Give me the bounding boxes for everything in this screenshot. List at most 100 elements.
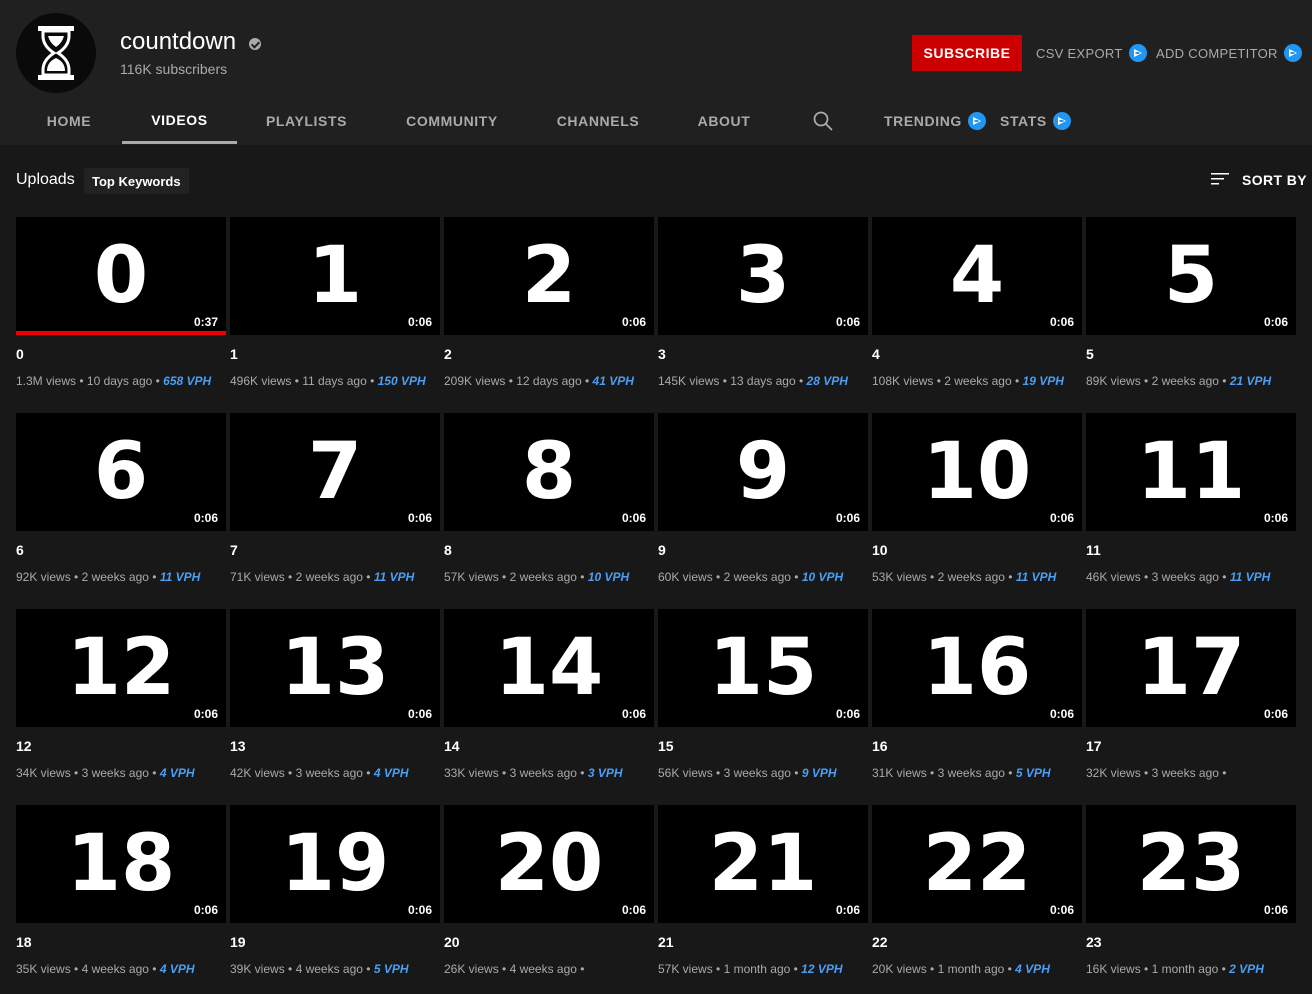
video-vph: 19 VPH <box>1022 374 1064 388</box>
video-card[interactable]: 9 0:06 9 60K views • 2 weeks ago • 10 VP… <box>658 413 868 609</box>
video-duration: 0:06 <box>407 707 432 721</box>
tab-playlists[interactable]: PLAYLISTS <box>266 98 347 144</box>
video-card[interactable]: 13 0:06 13 42K views • 3 weeks ago • 4 V… <box>230 609 440 805</box>
video-title[interactable]: 2 <box>444 346 654 364</box>
video-card[interactable]: 3 0:06 3 145K views • 13 days ago • 28 V… <box>658 217 868 413</box>
video-title[interactable]: 16 <box>872 738 1082 756</box>
video-card[interactable]: 20 0:06 20 26K views • 4 weeks ago • <box>444 805 654 994</box>
video-views: 32K views <box>1086 766 1141 780</box>
video-title[interactable]: 12 <box>16 738 226 756</box>
video-age: 10 days ago <box>86 374 153 388</box>
video-thumbnail[interactable]: 12 0:06 <box>16 609 226 727</box>
video-thumbnail[interactable]: 14 0:06 <box>444 609 654 727</box>
video-thumbnail[interactable]: 7 0:06 <box>230 413 440 531</box>
subscribe-button[interactable]: SUBSCRIBE <box>912 35 1022 71</box>
video-thumbnail[interactable]: 0 0:37 <box>16 217 226 335</box>
video-thumbnail[interactable]: 20 0:06 <box>444 805 654 923</box>
video-card[interactable]: 17 0:06 17 32K views • 3 weeks ago • <box>1086 609 1296 805</box>
channel-name[interactable]: countdown <box>120 28 236 56</box>
video-views: 71K views <box>230 570 285 584</box>
tab-trending[interactable]: TRENDING <box>884 98 986 144</box>
video-thumbnail[interactable]: 10 0:06 <box>872 413 1082 531</box>
video-thumbnail[interactable]: 4 0:06 <box>872 217 1082 335</box>
video-card[interactable]: 22 0:06 22 20K views • 1 month ago • 4 V… <box>872 805 1082 994</box>
video-title[interactable]: 3 <box>658 346 868 364</box>
video-card[interactable]: 10 0:06 10 53K views • 2 weeks ago • 11 … <box>872 413 1082 609</box>
add-competitor-label: ADD COMPETITOR <box>1156 45 1278 61</box>
video-title[interactable]: 6 <box>16 542 226 560</box>
video-thumbnail[interactable]: 9 0:06 <box>658 413 868 531</box>
video-card[interactable]: 23 0:06 23 16K views • 1 month ago • 2 V… <box>1086 805 1296 994</box>
video-card[interactable]: 0 0:37 0 1.3M views • 10 days ago • 658 … <box>16 217 226 413</box>
search-icon[interactable] <box>812 110 834 132</box>
video-title[interactable]: 17 <box>1086 738 1296 756</box>
video-title[interactable]: 10 <box>872 542 1082 560</box>
video-thumbnail[interactable]: 23 0:06 <box>1086 805 1296 923</box>
video-thumbnail[interactable]: 1 0:06 <box>230 217 440 335</box>
video-title[interactable]: 8 <box>444 542 654 560</box>
video-card[interactable]: 14 0:06 14 33K views • 3 weeks ago • 3 V… <box>444 609 654 805</box>
video-thumbnail[interactable]: 18 0:06 <box>16 805 226 923</box>
top-keywords-chip[interactable]: Top Keywords <box>84 168 189 194</box>
video-title[interactable]: 14 <box>444 738 654 756</box>
video-thumbnail[interactable]: 16 0:06 <box>872 609 1082 727</box>
video-card[interactable]: 16 0:06 16 31K views • 3 weeks ago • 5 V… <box>872 609 1082 805</box>
video-thumbnail[interactable]: 8 0:06 <box>444 413 654 531</box>
video-thumbnail[interactable]: 2 0:06 <box>444 217 654 335</box>
video-thumbnail[interactable]: 17 0:06 <box>1086 609 1296 727</box>
video-meta: 53K views • 2 weeks ago • 11 VPH <box>872 570 1057 584</box>
thumbnail-number: 17 <box>1136 623 1246 713</box>
video-thumbnail[interactable]: 22 0:06 <box>872 805 1082 923</box>
add-competitor-button[interactable]: ADD COMPETITOR <box>1156 44 1302 62</box>
video-title[interactable]: 22 <box>872 934 1082 952</box>
video-title[interactable]: 5 <box>1086 346 1296 364</box>
tab-stats[interactable]: STATS <box>1000 98 1071 144</box>
video-title[interactable]: 9 <box>658 542 868 560</box>
video-card[interactable]: 4 0:06 4 108K views • 2 weeks ago • 19 V… <box>872 217 1082 413</box>
video-thumbnail[interactable]: 5 0:06 <box>1086 217 1296 335</box>
video-duration: 0:06 <box>193 707 218 721</box>
video-views: 31K views <box>872 766 927 780</box>
video-thumbnail[interactable]: 3 0:06 <box>658 217 868 335</box>
video-card[interactable]: 12 0:06 12 34K views • 3 weeks ago • 4 V… <box>16 609 226 805</box>
video-card[interactable]: 7 0:06 7 71K views • 2 weeks ago • 11 VP… <box>230 413 440 609</box>
video-card[interactable]: 1 0:06 1 496K views • 11 days ago • 150 … <box>230 217 440 413</box>
video-card[interactable]: 8 0:06 8 57K views • 2 weeks ago • 10 VP… <box>444 413 654 609</box>
video-card[interactable]: 19 0:06 19 39K views • 4 weeks ago • 5 V… <box>230 805 440 994</box>
video-card[interactable]: 21 0:06 21 57K views • 1 month ago • 12 … <box>658 805 868 994</box>
video-card[interactable]: 5 0:06 5 89K views • 2 weeks ago • 21 VP… <box>1086 217 1296 413</box>
video-card[interactable]: 6 0:06 6 92K views • 2 weeks ago • 11 VP… <box>16 413 226 609</box>
video-thumbnail[interactable]: 19 0:06 <box>230 805 440 923</box>
video-thumbnail[interactable]: 11 0:06 <box>1086 413 1296 531</box>
video-card[interactable]: 15 0:06 15 56K views • 3 weeks ago • 9 V… <box>658 609 868 805</box>
tab-about[interactable]: ABOUT <box>698 98 750 144</box>
video-title[interactable]: 7 <box>230 542 440 560</box>
tab-videos[interactable]: VIDEOS <box>122 98 237 144</box>
video-title[interactable]: 13 <box>230 738 440 756</box>
video-title[interactable]: 21 <box>658 934 868 952</box>
csv-export-button[interactable]: CSV EXPORT <box>1036 44 1147 62</box>
uploads-heading[interactable]: Uploads <box>16 171 75 189</box>
video-title[interactable]: 15 <box>658 738 868 756</box>
video-thumbnail[interactable]: 13 0:06 <box>230 609 440 727</box>
video-thumbnail[interactable]: 21 0:06 <box>658 805 868 923</box>
video-thumbnail[interactable]: 6 0:06 <box>16 413 226 531</box>
tab-community[interactable]: COMMUNITY <box>406 98 497 144</box>
video-card[interactable]: 2 0:06 2 209K views • 12 days ago • 41 V… <box>444 217 654 413</box>
video-card[interactable]: 18 0:06 18 35K views • 4 weeks ago • 4 V… <box>16 805 226 994</box>
sort-by-button[interactable]: SORT BY <box>1210 168 1307 192</box>
video-title[interactable]: 19 <box>230 934 440 952</box>
video-card[interactable]: 11 0:06 11 46K views • 3 weeks ago • 11 … <box>1086 413 1296 609</box>
tab-channels[interactable]: CHANNELS <box>557 98 639 144</box>
video-title[interactable]: 4 <box>872 346 1082 364</box>
video-title[interactable]: 23 <box>1086 934 1296 952</box>
video-title[interactable]: 20 <box>444 934 654 952</box>
video-title[interactable]: 1 <box>230 346 440 364</box>
video-thumbnail[interactable]: 15 0:06 <box>658 609 868 727</box>
video-title[interactable]: 18 <box>16 934 226 952</box>
video-title[interactable]: 0 <box>16 346 226 364</box>
video-vph: 12 VPH <box>801 962 843 976</box>
video-title[interactable]: 11 <box>1086 542 1296 560</box>
tab-home[interactable]: HOME <box>47 98 91 144</box>
channel-avatar[interactable] <box>16 13 96 93</box>
